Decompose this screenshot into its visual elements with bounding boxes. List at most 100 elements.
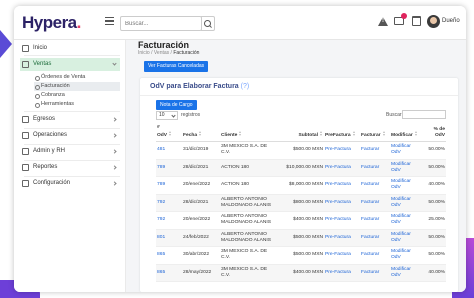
admin-icon — [22, 148, 29, 155]
facturar-link[interactable]: Facturar — [360, 229, 390, 247]
prefactura-link[interactable]: Pre-Factura — [324, 264, 360, 282]
notification-badge — [401, 13, 407, 19]
table-search-label: Buscar: — [386, 112, 403, 118]
divider — [24, 55, 120, 56]
sidebar-item-configuracion[interactable]: Configuración — [20, 177, 120, 190]
alert-icon[interactable] — [378, 17, 388, 26]
modify-order-link[interactable]: Modificar OdV — [390, 141, 422, 160]
cell-client: 3M MEXICO S.A. DE C.V. — [220, 141, 278, 160]
app-logo[interactable]: Hypera. — [22, 13, 81, 33]
sidebar-subitem-facturacion[interactable]: Facturación — [34, 82, 120, 91]
table-row: 792 20/ene/2022 ALBERTO ANTONIO MALDONADO … — [156, 211, 446, 230]
modify-order-link[interactable]: Modificar OdV — [390, 159, 422, 177]
prefactura-link[interactable]: Pre-Factura — [324, 141, 360, 160]
cell-percent: 40.00% — [422, 264, 446, 282]
operations-icon — [22, 132, 29, 139]
cell-client: 3M MEXICO S.A. DE C.V. — [220, 246, 278, 265]
cell-odv-link[interactable]: 481 — [156, 141, 182, 160]
prefactura-link[interactable]: Pre-Factura — [324, 176, 360, 195]
table-row: 792 28/dic/2021 ALBERTO ANTONIO MALDONADO … — [156, 194, 446, 212]
cell-date: 28/may/2022 — [182, 264, 220, 282]
table-header-row: # OdV Fecha Cliente Subtotal PreFactura … — [156, 124, 446, 142]
col-header-modificar[interactable]: Modificar — [390, 124, 422, 142]
sidebar-item-egresos[interactable]: Egresos — [20, 113, 120, 126]
col-header-fecha[interactable]: Fecha — [182, 124, 220, 142]
menu-toggle-icon[interactable] — [105, 17, 114, 25]
cell-subtotal: $500.00 MXN — [278, 229, 324, 247]
sidebar-item-admin[interactable]: Admin y RH — [20, 145, 120, 158]
calendar-icon[interactable] — [412, 16, 421, 26]
col-header-odv[interactable]: # OdV — [156, 124, 182, 142]
page-length-select[interactable]: 10 — [156, 111, 178, 120]
modify-order-link[interactable]: Modificar OdV — [390, 229, 422, 247]
cell-subtotal: $500.00 MXN — [278, 141, 324, 160]
cell-percent: 50.00% — [422, 141, 446, 160]
sidebar-subitem-cobranza[interactable]: Cobranza — [34, 91, 120, 100]
view-cancelled-invoices-button[interactable]: Ver Facturas Canceladas — [144, 61, 209, 72]
modify-order-link[interactable]: Modificar OdV — [390, 194, 422, 212]
cell-odv-link[interactable]: 792 — [156, 211, 182, 230]
sidebar-item-reportes[interactable]: Reportes — [20, 161, 120, 174]
cell-client: ALBERTO ANTONIO MALDONADO ALANIS — [220, 229, 278, 247]
facturar-link[interactable]: Facturar — [360, 264, 390, 282]
facturar-link[interactable]: Facturar — [360, 246, 390, 265]
cell-date: 20/ene/2022 — [182, 176, 220, 195]
app-window: Hypera. Dueño Inicio Ventas Órdenes de V… — [14, 6, 466, 292]
prefactura-link[interactable]: Pre-Factura — [324, 246, 360, 265]
prefactura-link[interactable]: Pre-Factura — [324, 159, 360, 177]
cell-odv-link[interactable]: 865 — [156, 246, 182, 265]
page-length-label: registros — [181, 112, 201, 118]
prefactura-link[interactable]: Pre-Factura — [324, 211, 360, 230]
user-name[interactable]: Dueño — [442, 18, 460, 24]
modify-order-link[interactable]: Modificar OdV — [390, 211, 422, 230]
table-row: 801 24/feb/2022 ALBERTO ANTONIO MALDONADO … — [156, 229, 446, 247]
sidebar-item-ventas[interactable]: Ventas — [20, 58, 120, 71]
cell-odv-link[interactable]: 789 — [156, 176, 182, 195]
cell-odv-link[interactable]: 789 — [156, 159, 182, 177]
prefactura-link[interactable]: Pre-Factura — [324, 194, 360, 212]
cell-date: 28/dic/2021 — [182, 194, 220, 212]
facturar-link[interactable]: Facturar — [360, 176, 390, 195]
facturar-link[interactable]: Facturar — [360, 211, 390, 230]
cell-odv-link[interactable]: 801 — [156, 229, 182, 247]
cell-date: 20/ene/2022 — [182, 211, 220, 230]
cell-subtotal: $10,000.00 MXN — [278, 159, 324, 177]
chevron-right-icon — [112, 133, 117, 138]
modify-order-link[interactable]: Modificar OdV — [390, 176, 422, 195]
avatar[interactable] — [427, 15, 440, 28]
breadcrumb-ventas[interactable]: Ventas — [154, 50, 169, 56]
col-header-cliente[interactable]: Cliente — [220, 124, 278, 142]
cell-client: ALBERTO ANTONIO MALDONADO ALANIS — [220, 211, 278, 230]
divider — [24, 111, 120, 112]
col-header-pct[interactable]: % de OdV — [422, 124, 446, 142]
wallet-icon — [22, 116, 29, 123]
search-input[interactable] — [120, 16, 202, 31]
sidebar-item-inicio[interactable]: Inicio — [20, 42, 120, 55]
sidebar-subitem-herramientas[interactable]: Herramientas — [34, 100, 120, 109]
new-charge-note-button[interactable]: Nota de Cargo — [156, 100, 197, 110]
facturar-link[interactable]: Facturar — [360, 194, 390, 212]
search-icon[interactable] — [201, 16, 215, 31]
help-icon[interactable]: (?) — [241, 83, 250, 90]
cell-percent: 40.00% — [422, 176, 446, 195]
facturar-link[interactable]: Facturar — [360, 159, 390, 177]
col-header-prefactura[interactable]: PreFactura — [324, 124, 360, 142]
table-search-input[interactable] — [402, 110, 446, 119]
cell-subtotal: $8,000.00 MXN — [278, 176, 324, 195]
breadcrumb: Inicio / Ventas / Facturación — [138, 50, 200, 56]
sidebar-subitem-ordenes[interactable]: Órdenes de Venta — [34, 73, 120, 82]
col-header-subtotal[interactable]: Subtotal — [278, 124, 324, 142]
cell-odv-link[interactable]: 792 — [156, 194, 182, 212]
cell-odv-link[interactable]: 865 — [156, 264, 182, 282]
modify-order-link[interactable]: Modificar OdV — [390, 246, 422, 265]
prefactura-link[interactable]: Pre-Factura — [324, 229, 360, 247]
cell-percent: 50.00% — [422, 159, 446, 177]
sidebar-item-operaciones[interactable]: Operaciones — [20, 129, 120, 142]
chevron-right-icon — [112, 165, 117, 170]
breadcrumb-home[interactable]: Inicio — [138, 50, 150, 56]
facturar-link[interactable]: Facturar — [360, 141, 390, 160]
cell-percent: 50.00% — [422, 229, 446, 247]
chevron-right-icon — [112, 181, 117, 186]
modify-order-link[interactable]: Modificar OdV — [390, 264, 422, 282]
col-header-facturar[interactable]: Facturar — [360, 124, 390, 142]
